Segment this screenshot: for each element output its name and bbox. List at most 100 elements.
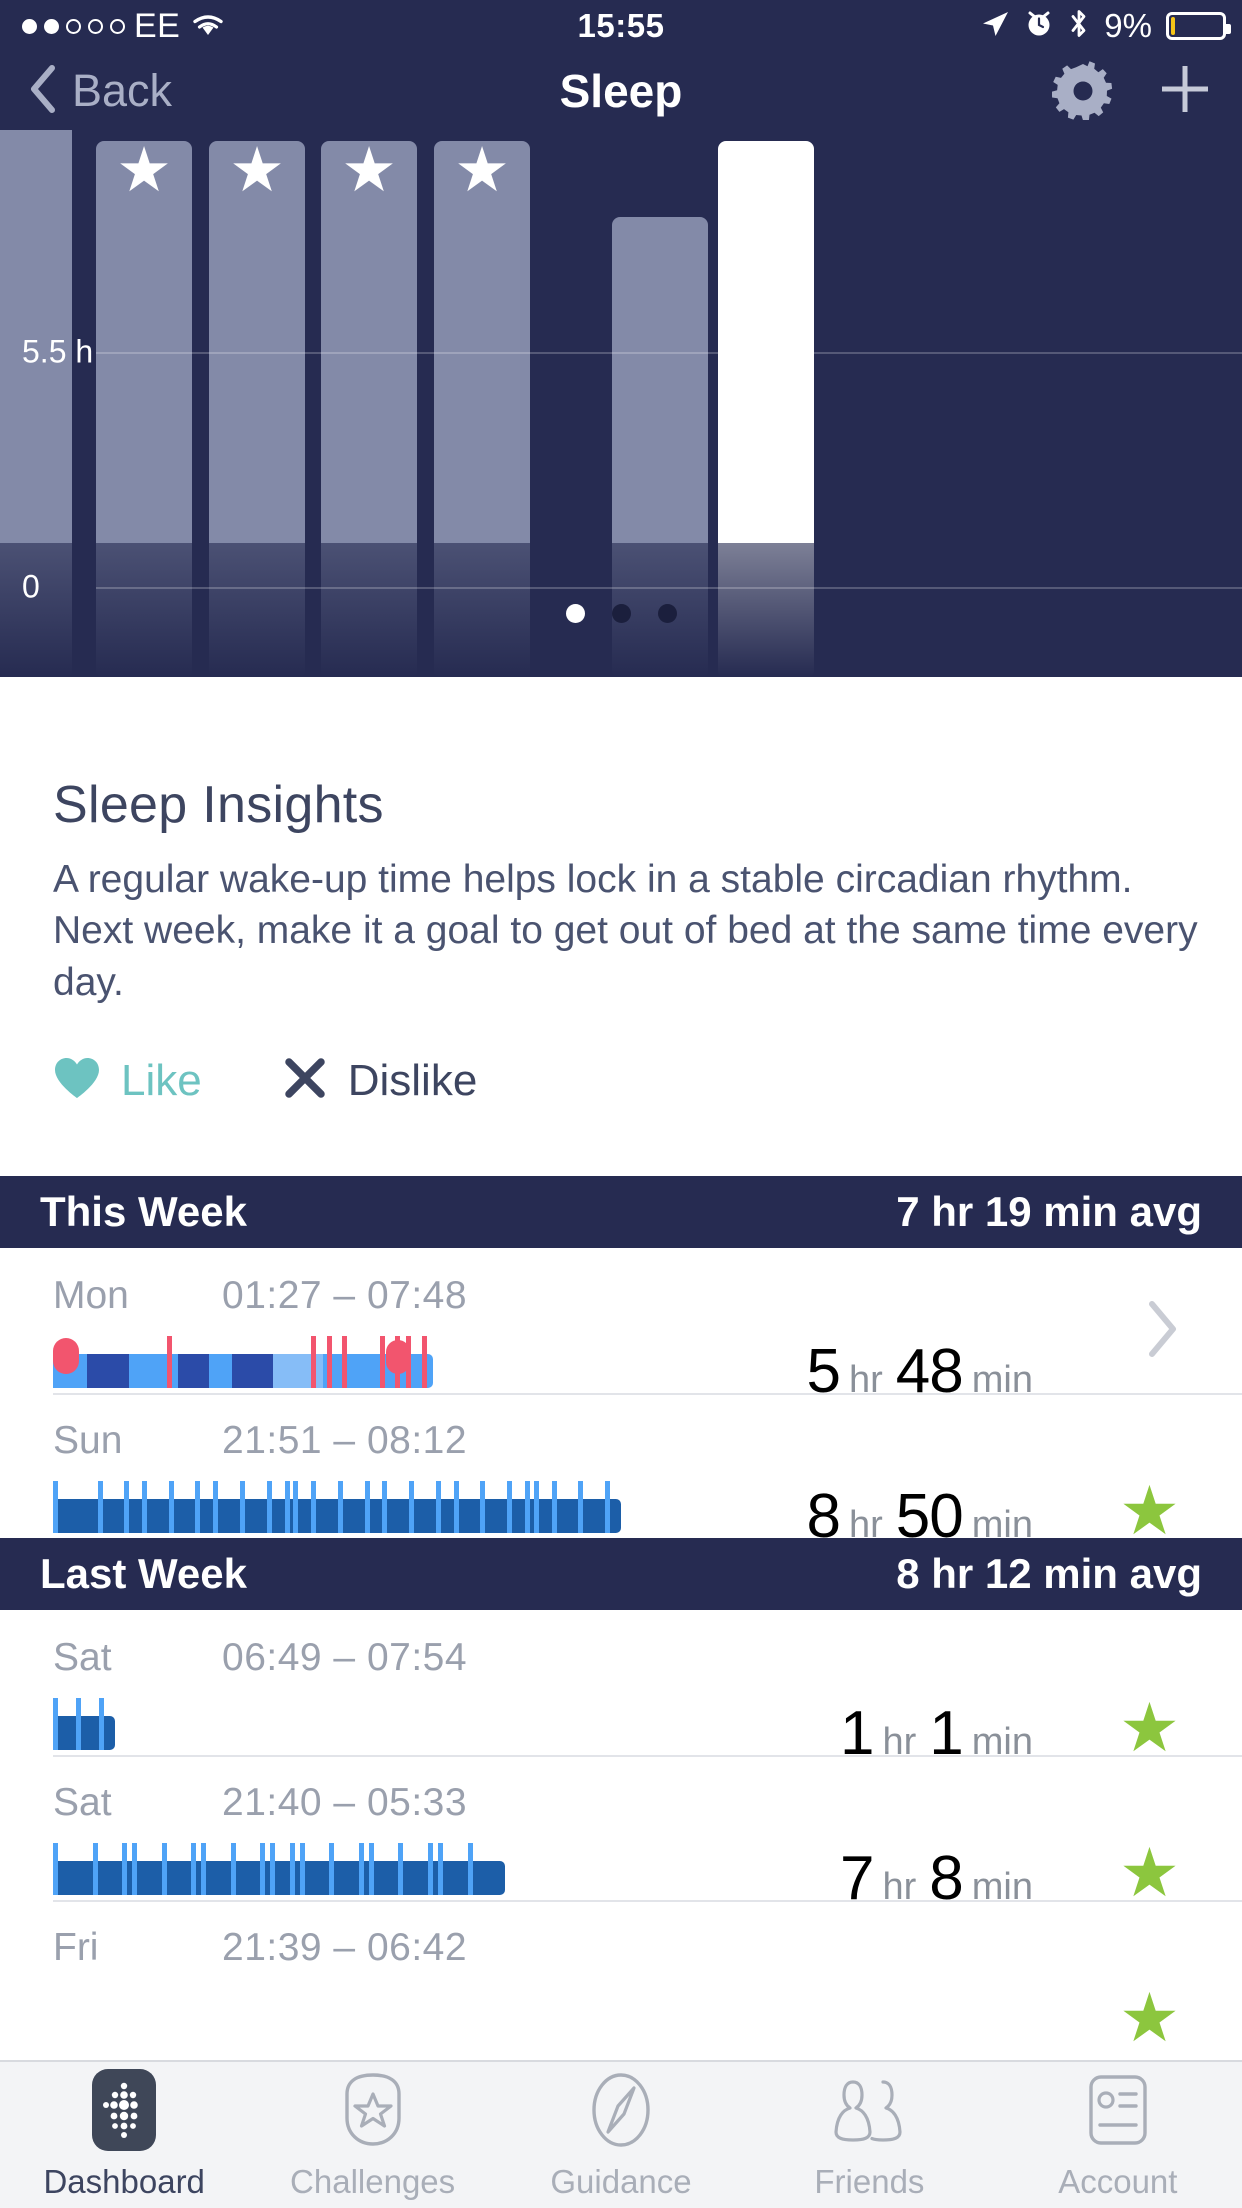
status-bar: EE 15:55 <box>0 0 1242 52</box>
insights-actions: Like Dislike <box>53 1055 477 1106</box>
y-axis-label-zero: 0 <box>22 569 40 606</box>
bluetooth-icon <box>1068 8 1090 45</box>
sleep-log-row[interactable]: Sun21:51 – 08:128hr50min★ <box>0 1393 1242 1538</box>
sleep-stages-bar <box>53 1843 505 1895</box>
chevron-right-icon[interactable] <box>1146 1300 1180 1369</box>
chart-bar[interactable]: ★ <box>321 130 417 677</box>
restless-marker <box>534 1481 539 1533</box>
restless-marker <box>438 1843 443 1895</box>
sleep-row-day: Sat <box>53 1781 112 1825</box>
gear-icon[interactable] <box>1052 58 1114 125</box>
id-card-icon <box>1080 2069 1156 2151</box>
wake-marker <box>386 1340 410 1374</box>
wake-marker <box>422 1336 427 1388</box>
sleep-log-row[interactable]: Sat06:49 – 07:541hr1min★ <box>0 1610 1242 1755</box>
pagination-dot[interactable] <box>566 604 585 623</box>
chart-bars: ★★★★ <box>0 130 1242 677</box>
week-section-header: Last Week8 hr 12 min avg <box>0 1538 1242 1610</box>
star-icon: ★ <box>229 140 285 202</box>
chart-bar[interactable]: ★ <box>434 130 530 677</box>
restless-marker <box>285 1481 290 1533</box>
week-section-title: Last Week <box>40 1550 247 1598</box>
restless-marker <box>436 1481 441 1533</box>
battery-percent-label: 9% <box>1104 7 1152 45</box>
compass-icon <box>583 2069 659 2151</box>
fitbit-dots-icon <box>86 2069 162 2151</box>
restless-marker <box>124 1481 129 1533</box>
sleep-stages-bar <box>53 1698 115 1750</box>
restless-marker <box>98 1481 103 1533</box>
like-button[interactable]: Like <box>53 1056 202 1106</box>
sleep-log-row[interactable]: Fri21:39 – 06:42★ <box>0 1900 1242 2045</box>
tab-dashboard[interactable]: Dashboard <box>0 2062 248 2208</box>
tab-label: Dashboard <box>43 2163 204 2201</box>
wake-marker <box>380 1336 385 1388</box>
restless-marker <box>365 1481 370 1533</box>
goal-met-star-icon: ★ <box>1119 1984 1180 2052</box>
tab-friends[interactable]: Friends <box>745 2062 993 2208</box>
tab-label: Challenges <box>290 2163 455 2201</box>
restless-marker <box>93 1843 98 1895</box>
star-icon: ★ <box>454 140 510 202</box>
close-x-icon <box>282 1055 328 1106</box>
asleep-segment <box>53 1716 115 1750</box>
sleep-row-times: 01:27 – 07:48 <box>222 1274 467 1318</box>
restless-marker <box>201 1843 206 1895</box>
week-average-label: 7 hr 19 min avg <box>896 1188 1202 1236</box>
restless-marker <box>398 1843 403 1895</box>
insights-title: Sleep Insights <box>53 775 384 835</box>
sleep-bar-chart[interactable]: ★★★★ 5.5 h 0 <box>0 130 1242 677</box>
location-arrow-icon <box>980 9 1010 44</box>
restless-marker <box>359 1843 364 1895</box>
sleep-log-row[interactable]: Sat21:40 – 05:337hr8min★ <box>0 1755 1242 1900</box>
sleep-row-day: Fri <box>53 1926 98 1970</box>
alarm-clock-icon <box>1024 9 1054 44</box>
restless-marker <box>122 1843 127 1895</box>
plus-icon[interactable] <box>1156 60 1214 123</box>
restless-marker <box>338 1481 343 1533</box>
wake-marker <box>327 1336 332 1388</box>
row-divider <box>53 1900 1242 1902</box>
chart-bar[interactable]: ★ <box>96 130 192 677</box>
week-section-header: This Week 7 hr 19 min avg <box>0 1176 1242 1248</box>
chart-bar-fill <box>612 217 708 543</box>
sleep-row-times: 21:40 – 05:33 <box>222 1781 467 1825</box>
sleep-row-day: Mon <box>53 1274 129 1318</box>
restless-marker <box>480 1481 485 1533</box>
restless-marker <box>552 1481 557 1533</box>
goal-met-star-icon: ★ <box>1119 1694 1180 1762</box>
sleep-stages-bar <box>53 1336 433 1388</box>
goal-met-star-icon: ★ <box>1119 1839 1180 1907</box>
restless-marker <box>76 1698 81 1750</box>
restless-marker <box>428 1843 433 1895</box>
restless-marker <box>605 1481 610 1533</box>
wake-marker <box>311 1336 316 1388</box>
status-bar-right: 9% <box>980 0 1226 52</box>
restless-marker <box>53 1698 58 1750</box>
tab-label: Guidance <box>550 2163 691 2201</box>
sleep-stages-bar <box>53 1481 621 1533</box>
week-section-title: This Week <box>40 1188 247 1236</box>
dislike-button[interactable]: Dislike <box>282 1055 478 1106</box>
restless-marker <box>132 1843 137 1895</box>
chart-bar[interactable]: ★ <box>209 130 305 677</box>
tab-account[interactable]: Account <box>994 2062 1242 2208</box>
row-divider <box>53 1393 1242 1395</box>
tab-guidance[interactable]: Guidance <box>497 2062 745 2208</box>
chart-bar[interactable] <box>612 130 708 677</box>
restless-marker <box>290 1843 295 1895</box>
chart-pagination-dots[interactable] <box>0 604 1242 623</box>
pagination-dot[interactable] <box>612 604 631 623</box>
tab-challenges[interactable]: Challenges <box>248 2062 496 2208</box>
restless-marker <box>300 1843 305 1895</box>
restless-marker <box>369 1843 374 1895</box>
restless-marker <box>162 1843 167 1895</box>
chart-bar[interactable] <box>718 130 814 677</box>
sleep-log-row[interactable]: Mon01:27 – 07:485hr48min <box>0 1248 1242 1393</box>
like-label: Like <box>121 1056 202 1106</box>
sleep-row-times: 06:49 – 07:54 <box>222 1636 467 1680</box>
y-axis-label-upper: 5.5 h <box>22 334 93 371</box>
sleep-row-day: Sat <box>53 1636 112 1680</box>
pagination-dot[interactable] <box>658 604 677 623</box>
sleep-stage-segment <box>178 1354 208 1388</box>
